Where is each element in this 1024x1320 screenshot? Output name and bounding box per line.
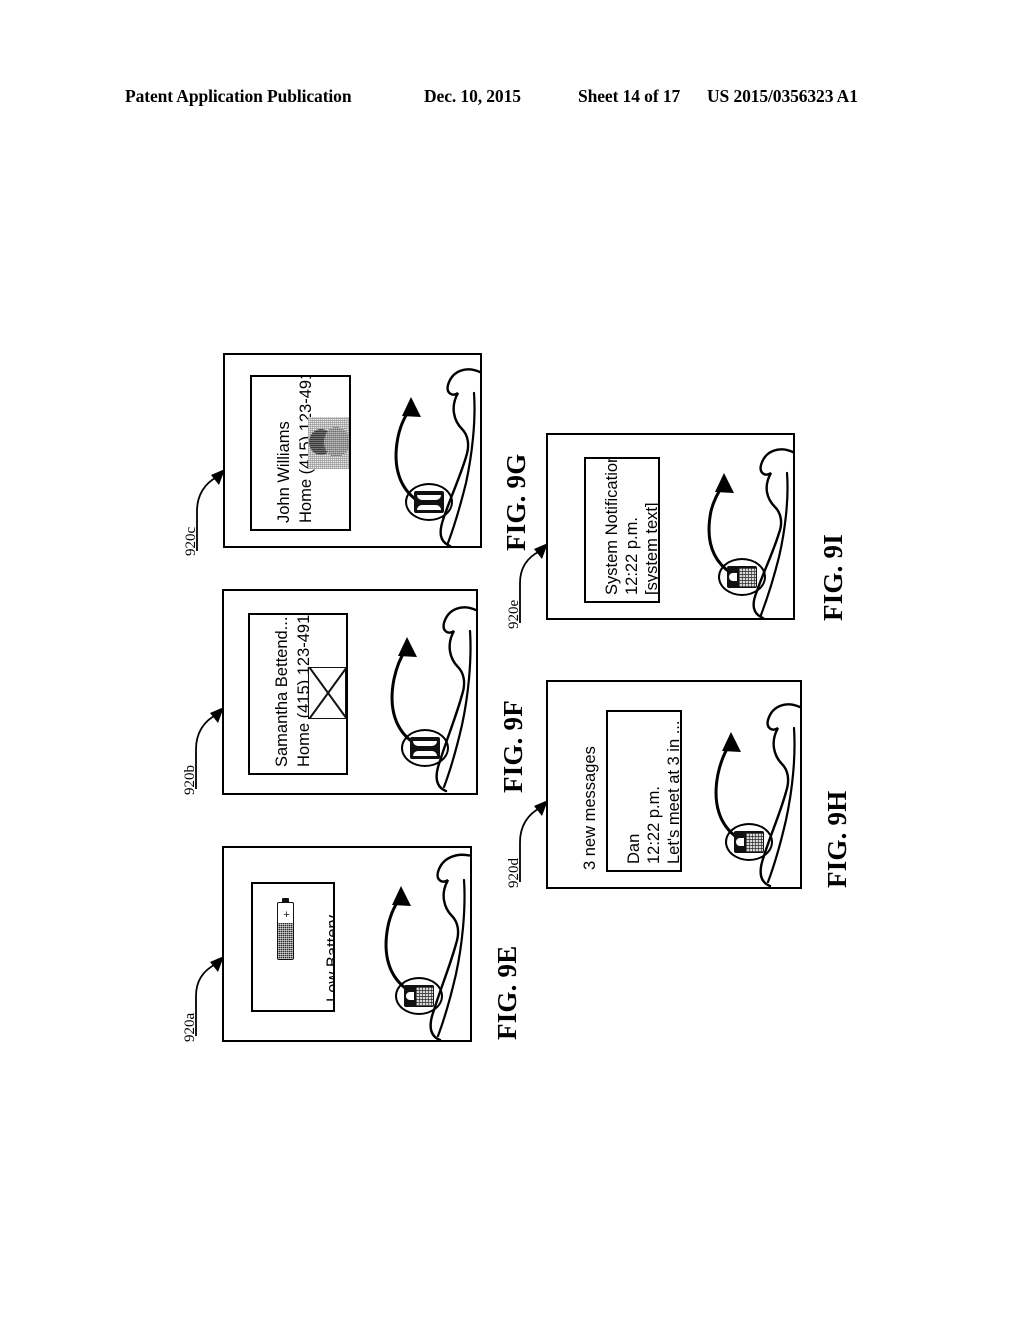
header-publication: Patent Application Publication [125,86,352,106]
notification-line-9h-2: Let's meet at 3 in ... [665,720,682,864]
device-screen-panel-9e: + Low Battery [222,846,472,1042]
device-badge-icon-9e [395,977,443,1015]
missing-image-placeholder-icon [308,667,346,719]
figure-9f: Samantha Bettend... Home (415) 123-4914 … [182,589,528,795]
leader-line-920a [195,956,224,1036]
notification-line-9f-0: Samantha Bettend... [273,616,291,767]
figure-caption-9h: FIG. 9H [822,790,852,888]
device-screen-panel-9g: John Williams Home (415) 123-4918 [223,353,482,548]
figure-caption-9f: FIG. 9F [498,700,528,793]
figure-9i: System Notification 12:22 p.m. [system t… [506,433,848,629]
figure-9g: John Williams Home (415) 123-4918 920c F… [183,353,531,556]
device-screen-panel-9i: System Notification 12:22 p.m. [system t… [546,433,795,620]
device-badge-icon-9i [718,558,766,596]
notification-content-box-9f: Samantha Bettend... Home (415) 123-4914 [248,613,348,775]
notification-content-box-9g: John Williams Home (415) 123-4918 [250,375,351,531]
header-date: Dec. 10, 2015 [424,86,521,106]
leader-line-920d [519,800,548,882]
figure-caption-9g: FIG. 9G [501,453,531,551]
notification-line-9g-0: John Williams [275,421,293,523]
figure-9h: 3 new messages Dan 12:22 p.m. Let's meet… [506,680,852,889]
notification-content-box-9e: + Low Battery [251,882,335,1012]
notification-content-box-9i: System Notification 12:22 p.m. [system t… [584,457,660,603]
header-patent-number: US 2015/0356323 A1 [707,86,858,106]
device-screen-panel-9f: Samantha Bettend... Home (415) 123-4914 [222,589,478,795]
figure-caption-9e: FIG. 9E [492,945,522,1040]
notification-line-9i-0: System Notification [603,457,621,595]
handset-badge-icon-9g [405,483,453,521]
messages-count-label-9h: 3 new messages [581,746,599,870]
notification-line-9h-1: 12:22 p.m. [645,786,663,864]
contact-photo-icon [308,417,349,469]
battery-icon: + [277,898,294,960]
handset-badge-icon-9f [401,729,449,767]
leader-line-920b [195,707,224,789]
leader-line-920c [196,469,225,551]
header-sheet-number: Sheet 14 of 17 [578,86,681,106]
notification-content-box-9h: Dan 12:22 p.m. Let's meet at 3 in ... [606,710,682,872]
figure-9e: + Low Battery 920a FIG. 9E [182,846,522,1042]
notification-line-9i-1: 12:22 p.m. [623,517,641,595]
notification-line-9i-2: [system text] [643,502,660,595]
notification-line-9e-0: Low Battery [324,914,335,1002]
device-screen-panel-9h: 3 new messages Dan 12:22 p.m. Let's meet… [546,680,802,889]
notification-line-9h-0: Dan [625,833,643,864]
device-badge-icon-9h [725,823,773,861]
leader-line-920e [519,543,548,623]
page-header: Patent Application Publication Dec. 10, … [0,86,1024,112]
figure-caption-9i: FIG. 9I [818,534,848,621]
